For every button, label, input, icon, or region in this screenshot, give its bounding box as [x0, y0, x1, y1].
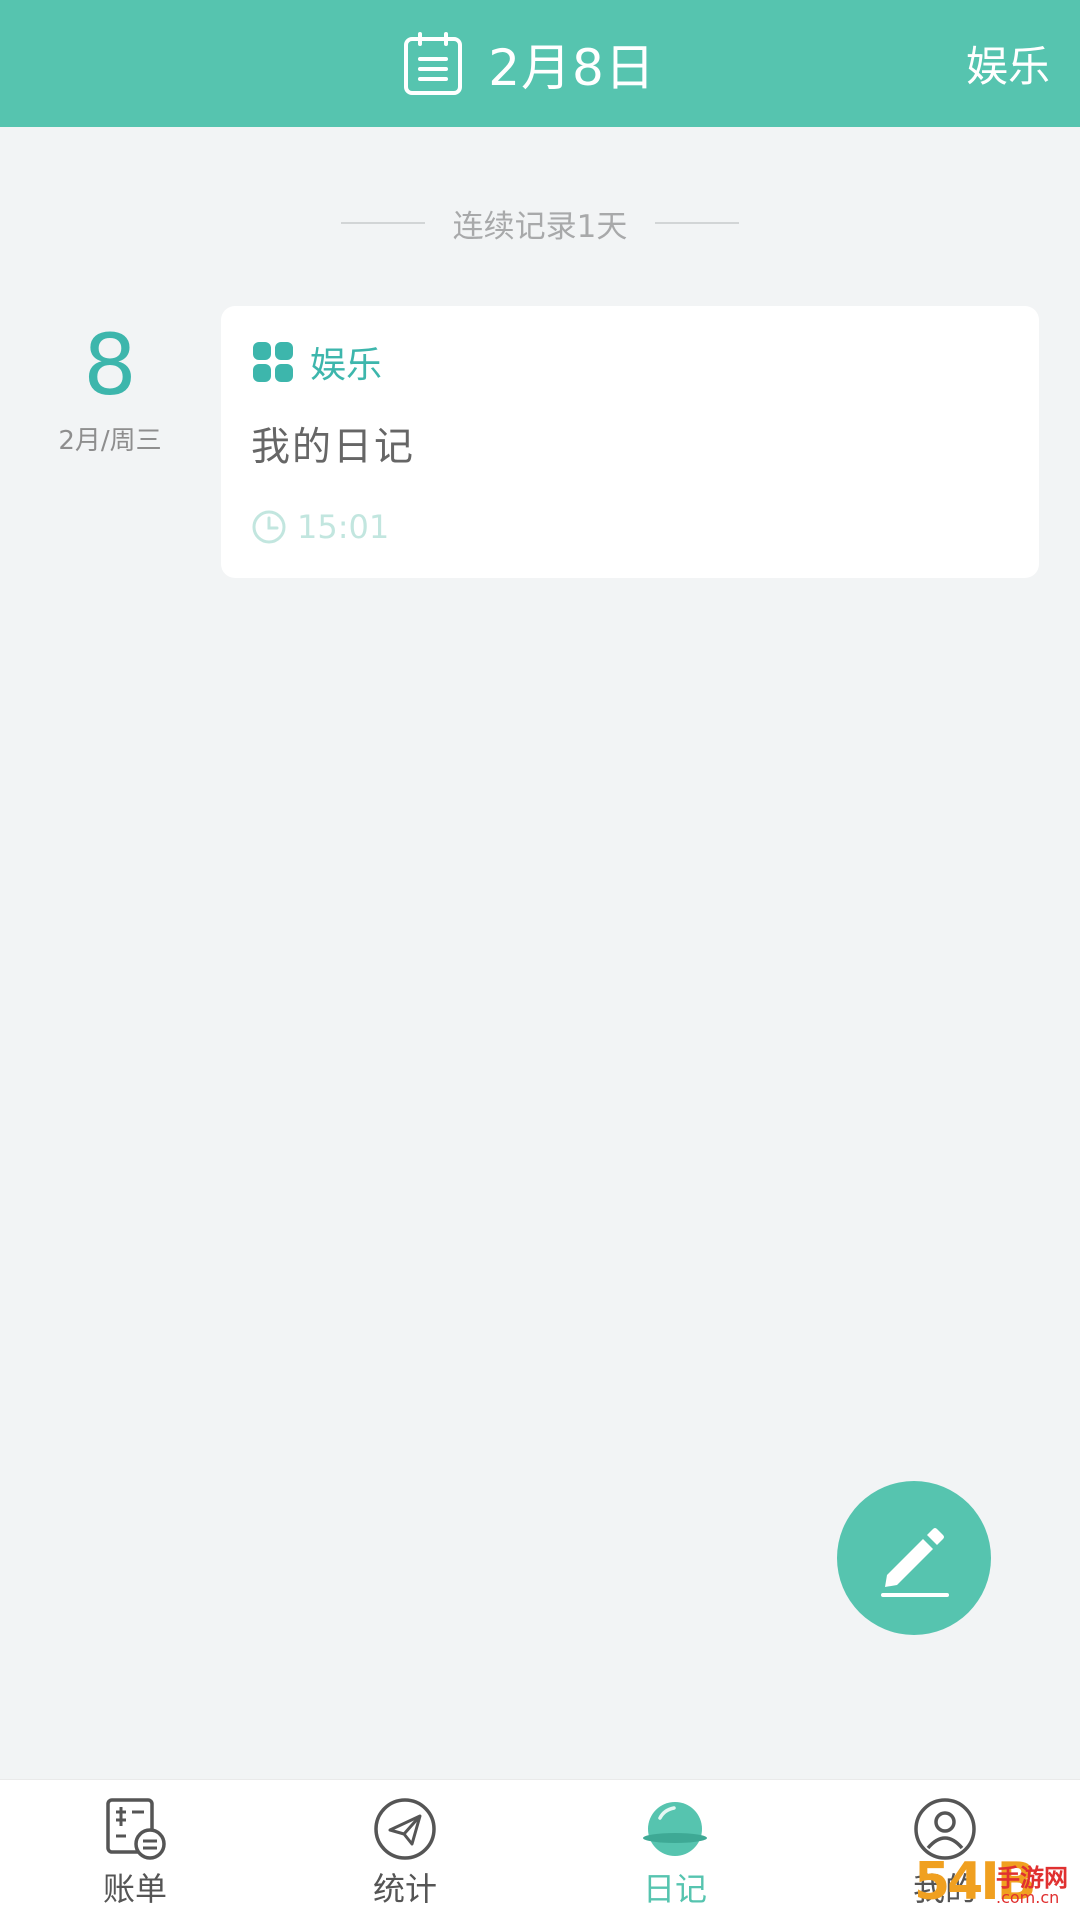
entry-text: 我的日记	[251, 425, 416, 470]
diary-entry-card[interactable]: 娱乐 我的日记 15:01	[221, 306, 1039, 578]
header-date-picker[interactable]: 2月8日	[0, 0, 1080, 127]
write-diary-button[interactable]	[837, 1481, 991, 1635]
tab-diary[interactable]: 日记	[540, 1780, 810, 1921]
entry-time-text: 15:01	[297, 508, 390, 546]
tab-label: 日记	[642, 1870, 707, 1908]
tab-bills[interactable]: 账单	[0, 1780, 270, 1921]
site-watermark: 54IB 手游网 .com.cn	[914, 1852, 1074, 1912]
streak-text: 连续记录1天	[452, 208, 628, 245]
calendar-icon	[404, 31, 463, 95]
clock-icon	[252, 510, 286, 544]
entry-day-number: 8	[83, 316, 137, 414]
bill-icon	[106, 1798, 166, 1860]
entry-time: 15:01	[251, 508, 389, 546]
entry-category: 娱乐	[252, 336, 382, 388]
tab-label: 统计	[372, 1870, 437, 1908]
entry-category-label: 娱乐	[310, 345, 383, 386]
watermark-domain: .com.cn	[996, 1888, 1060, 1907]
diary-ball-icon	[643, 1802, 707, 1856]
paper-plane-icon	[374, 1798, 436, 1860]
app-header: 2月8日 娱乐	[0, 0, 1080, 127]
divider-line-left	[340, 222, 425, 224]
header-title: 2月8日	[488, 38, 656, 97]
category-filter-button[interactable]: 娱乐	[966, 0, 1050, 127]
divider-line-right	[655, 222, 740, 224]
tab-label: 账单	[102, 1870, 167, 1908]
grid-category-icon	[253, 342, 293, 382]
entry-month-weekday: 2月/周三	[58, 426, 162, 456]
streak-divider: 连续记录1天	[0, 200, 1080, 246]
pencil-icon	[881, 1528, 949, 1597]
tab-statistics[interactable]: 统计	[270, 1780, 540, 1921]
entry-date: 8 2月/周三	[40, 318, 180, 457]
